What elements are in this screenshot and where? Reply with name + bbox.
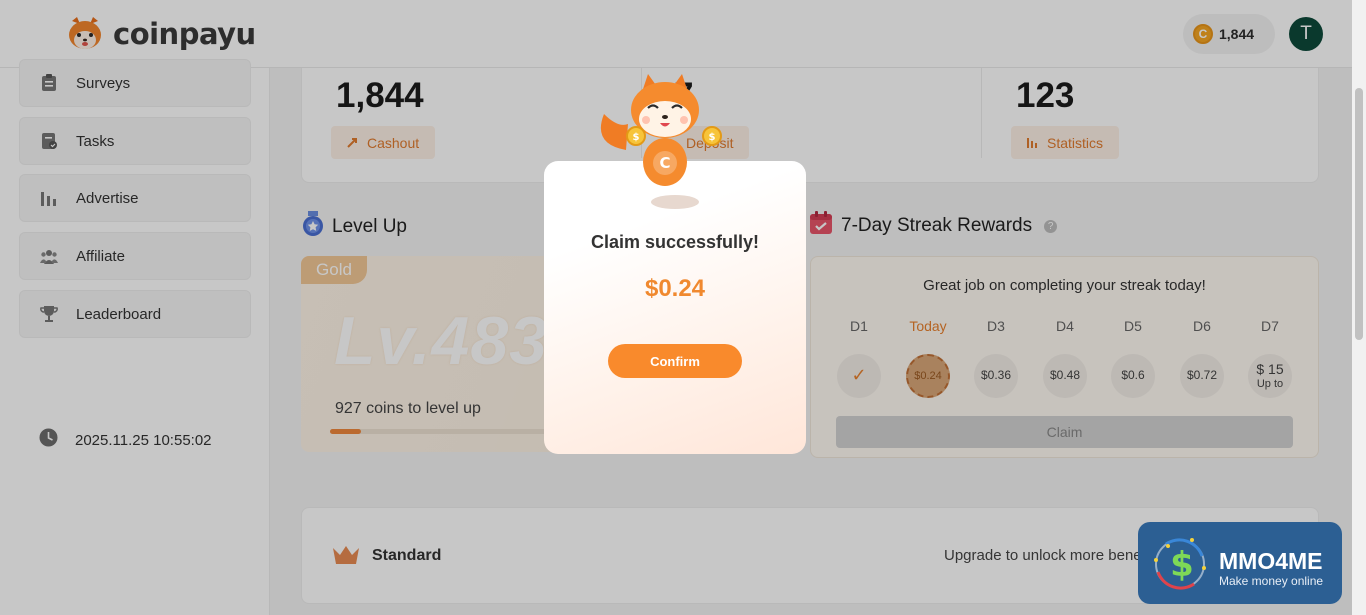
squirrel-mascot-icon: C $ $ bbox=[600, 74, 722, 186]
modal-title: Claim successfully! bbox=[590, 232, 760, 252]
dollar-cycle-icon: $ bbox=[1154, 538, 1206, 590]
confirm-button[interactable]: Confirm bbox=[608, 344, 742, 378]
mmo4me-watermark: $ MMO4ME Make money online bbox=[1138, 522, 1342, 604]
mascot-coin-letter: C bbox=[659, 154, 670, 172]
scrollbar-thumb[interactable] bbox=[1355, 88, 1363, 340]
claimed-amount: $0.24 bbox=[644, 275, 706, 302]
mascot-shadow bbox=[651, 195, 699, 209]
watermark-subtitle: Make money online bbox=[1219, 574, 1324, 588]
claim-success-modal: Claim successfully! $0.24 Confirm bbox=[544, 161, 806, 454]
svg-text:$: $ bbox=[1170, 545, 1194, 585]
mascot-left-coin-symbol: $ bbox=[633, 132, 640, 143]
watermark-title: MMO4ME bbox=[1219, 548, 1323, 574]
mascot-right-coin-symbol: $ bbox=[709, 132, 716, 143]
